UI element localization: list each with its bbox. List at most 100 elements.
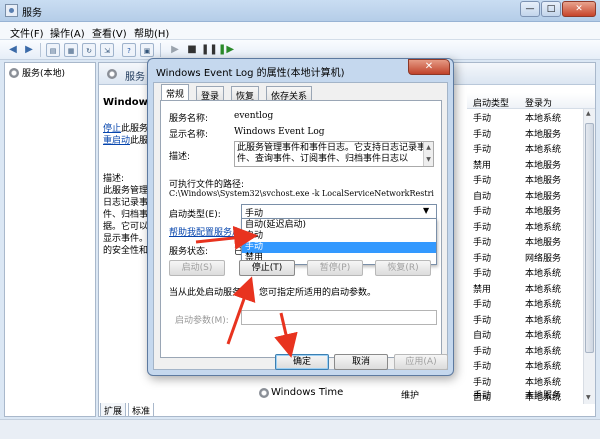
- description-scrollbar[interactable]: ▲ ▼: [423, 142, 433, 166]
- start-button[interactable]: 启动(S): [169, 260, 225, 276]
- restart-service-link[interactable]: 重启动: [103, 136, 130, 146]
- logon-as-cell: 本地服务: [525, 176, 562, 186]
- help-icon[interactable]: ?: [122, 43, 136, 57]
- logon-as-cell: 本地服务: [525, 207, 562, 217]
- help-configure-link[interactable]: 帮助我配置服务启: [169, 225, 241, 238]
- cancel-button[interactable]: 取消: [334, 354, 388, 370]
- logon-as-cell: 本地系统: [525, 145, 562, 155]
- menu-view[interactable]: 查看(V): [92, 25, 127, 40]
- apply-button[interactable]: 应用(A): [394, 354, 448, 370]
- restart-service-icon[interactable]: ❚▶: [218, 43, 234, 57]
- table-row[interactable]: 手动 本地系统: [467, 109, 595, 125]
- table-row[interactable]: 手动 本地服务: [467, 202, 595, 218]
- minimize-button[interactable]: —: [520, 1, 540, 17]
- service-desc-line: 显示事件。: [103, 234, 149, 244]
- startup-option-auto-delayed[interactable]: 自动(延迟启动): [242, 220, 436, 231]
- column-startup-type[interactable]: 启动类型: [473, 96, 509, 109]
- tab-recovery[interactable]: 恢复: [231, 86, 260, 102]
- logon-as-cell: 本地系统: [525, 362, 562, 372]
- menu-file[interactable]: 文件(F): [10, 25, 44, 40]
- service-name-label: 服务名称:: [169, 114, 209, 124]
- pane-header-title: 服务: [125, 72, 145, 83]
- column-logon-as[interactable]: 登录为: [525, 96, 552, 109]
- dialog-body: 常规 登录 恢复 依存关系 服务名称: eventlog 显示名称: Windo…: [153, 82, 448, 370]
- startup-type-cell: 手动: [473, 176, 492, 186]
- display-name-label: 显示名称:: [169, 130, 209, 140]
- table-row[interactable]: 手动 本地系统: [467, 373, 595, 389]
- stop-button[interactable]: 停止(T): [239, 260, 295, 276]
- table-row[interactable]: 手动 网络服务: [467, 249, 595, 265]
- tab-dependencies[interactable]: 依存关系: [266, 86, 313, 102]
- dialog-close-button[interactable]: ✕: [408, 59, 450, 75]
- refresh-icon[interactable]: ↻: [82, 43, 96, 57]
- resume-button[interactable]: 恢复(R): [375, 260, 431, 276]
- table-row[interactable]: 自动 本地系统: [467, 326, 595, 342]
- properties-icon[interactable]: ▦: [64, 43, 78, 57]
- menu-action[interactable]: 操作(A): [50, 25, 85, 40]
- back-icon[interactable]: ◀: [6, 43, 20, 57]
- export-icon[interactable]: ⇲: [100, 43, 114, 57]
- show-tree-icon[interactable]: ▤: [46, 43, 60, 57]
- console-icon[interactable]: ▣: [140, 43, 154, 57]
- link-suffix: 此服务: [121, 124, 149, 134]
- title-bar: 服务 — □ ✕: [0, 0, 600, 22]
- description-textbox[interactable]: 此服务管理事件和事件日志。它支持日志记录事件、查询事件、订阅事件、归档事件日志以: [234, 141, 434, 167]
- properties-dialog: Windows Event Log 的属性(本地计算机) ✕ 常规 登录 恢复 …: [147, 58, 454, 376]
- gear-icon: [259, 388, 269, 398]
- forward-icon[interactable]: ▶: [22, 43, 36, 57]
- startup-type-cell: 自动: [473, 331, 492, 341]
- stop-service-link-line: 停止此服务: [103, 123, 148, 135]
- table-row[interactable]: 禁用 本地服务: [467, 156, 595, 172]
- logon-as-cell: 本地系统: [525, 269, 562, 279]
- close-button[interactable]: ✕: [562, 1, 596, 17]
- maximize-button[interactable]: □: [541, 1, 561, 17]
- logon-as-cell: 本地服务: [525, 191, 562, 202]
- table-row[interactable]: 手动 本地服务: [467, 171, 595, 187]
- start-service-icon[interactable]: ▶: [168, 43, 182, 57]
- service-row-name: Windows Time: [271, 387, 344, 398]
- tab-logon[interactable]: 登录: [196, 86, 225, 102]
- startup-type-cell: 自动: [473, 393, 492, 403]
- table-row[interactable]: 手动 本地系统: [467, 342, 595, 358]
- table-row[interactable]: 禁用 本地系统: [467, 280, 595, 296]
- logon-as-cell: 本地系统: [525, 346, 562, 357]
- startup-type-cell: 手动: [473, 253, 492, 264]
- chevron-down-icon: ▼: [423, 206, 430, 215]
- table-row[interactable]: 手动 本地系统: [467, 218, 595, 234]
- table-row[interactable]: 手动 本地系统: [467, 295, 595, 311]
- startup-type-cell: 手动: [473, 207, 492, 217]
- startup-type-cell: 禁用: [473, 160, 492, 171]
- logon-as-cell: 本地系统: [525, 300, 562, 310]
- startup-option-manual[interactable]: 手动: [242, 242, 436, 253]
- pause-service-icon[interactable]: ❚❚: [201, 43, 218, 57]
- startup-type-cell: 手动: [473, 238, 492, 248]
- menu-help[interactable]: 帮助(H): [134, 25, 169, 40]
- table-row[interactable]: 自动 本地系统: [467, 388, 595, 404]
- pause-button[interactable]: 暂停(P): [307, 260, 363, 276]
- logon-as-cell: 本地系统: [525, 331, 562, 341]
- tree-node-label: 服务(本地): [22, 69, 66, 79]
- stop-service-link[interactable]: 停止: [103, 124, 121, 134]
- startup-type-select[interactable]: 手动 ▼: [241, 204, 437, 219]
- table-row[interactable]: 手动 本地系统: [467, 357, 595, 373]
- table-row[interactable]: 手动 本地系统: [467, 264, 595, 280]
- general-tab-page: 服务名称: eventlog 显示名称: Windows Event Log 描…: [160, 100, 442, 358]
- gear-icon: [107, 69, 117, 79]
- table-row[interactable]: 手动 本地服务: [467, 125, 595, 141]
- start-params-input[interactable]: [241, 310, 437, 325]
- service-desc-line: 的安全性和: [103, 246, 149, 256]
- table-row[interactable]: 手动 本地系统: [467, 311, 595, 327]
- tab-extended[interactable]: 扩展: [100, 403, 127, 417]
- tab-standard[interactable]: 标准: [128, 403, 155, 417]
- startup-type-cell: 手动: [473, 114, 492, 124]
- startup-option-auto[interactable]: 自动: [242, 231, 436, 242]
- table-row[interactable]: 自动 本地服务: [467, 187, 595, 203]
- stop-service-icon[interactable]: ■: [185, 43, 199, 57]
- tree-node-services-local[interactable]: 服务(本地): [9, 66, 65, 79]
- service-desc-line: 据。它可以: [103, 222, 149, 232]
- service-desc-line: 日志记录事: [103, 198, 149, 208]
- ok-button[interactable]: 确定: [275, 354, 329, 370]
- table-row[interactable]: 手动 本地系统: [467, 140, 595, 156]
- logon-as-cell: 本地服务: [525, 129, 562, 140]
- table-row[interactable]: 手动 本地服务: [467, 233, 595, 249]
